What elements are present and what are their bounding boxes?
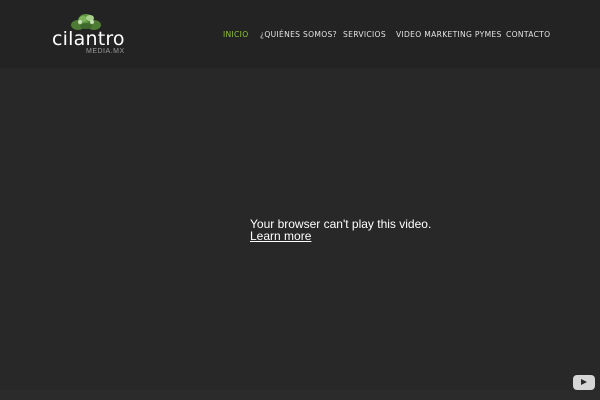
logo-subtitle: MEDIA.MX	[86, 48, 125, 55]
video-error-message: Your browser can't play this video. Lear…	[250, 218, 431, 242]
main-nav: INICIO ¿QUIÉNES SOMOS? SERVICIOS VIDEO M…	[0, 29, 600, 43]
nav-item-servicios[interactable]: SERVICIOS	[343, 29, 386, 41]
learn-more-link[interactable]: Learn more	[250, 230, 431, 242]
nav-item-contacto[interactable]: CONTACTO	[506, 29, 550, 41]
nav-item-video-marketing-pymes[interactable]: VIDEO MARKETING PYMES	[396, 29, 502, 41]
page-bottom-strip	[0, 390, 600, 400]
site-header: cilantro MEDIA.MX INICIO ¿QUIÉNES SOMOS?…	[0, 0, 600, 68]
nav-item-quienes-somos[interactable]: ¿QUIÉNES SOMOS?	[260, 29, 337, 41]
youtube-icon[interactable]	[573, 375, 595, 390]
nav-item-inicio[interactable]: INICIO	[223, 29, 248, 41]
play-triangle-icon	[581, 379, 587, 385]
